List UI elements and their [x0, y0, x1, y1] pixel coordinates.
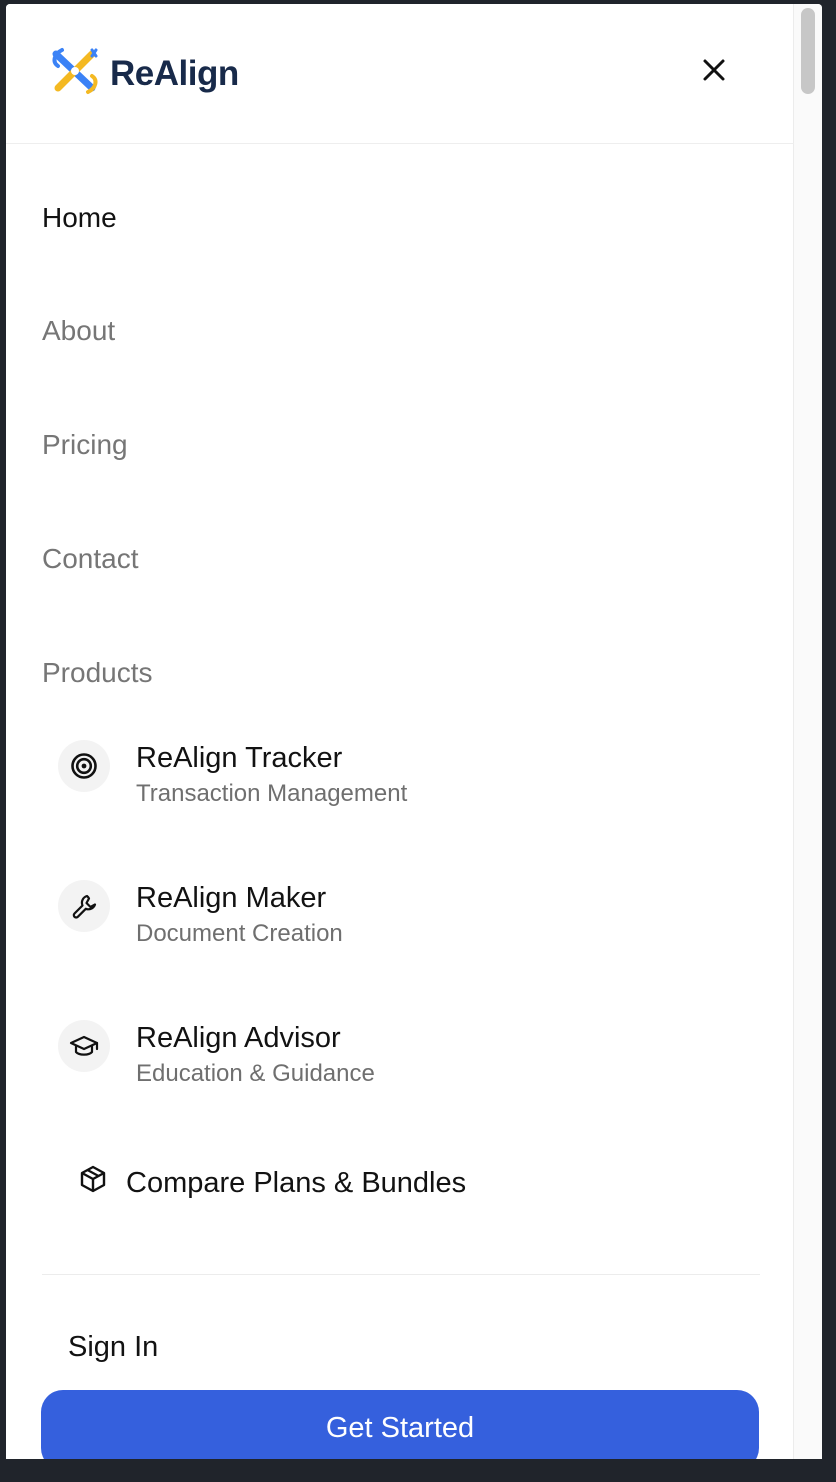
nav-link-contact[interactable]: Contact [42, 543, 139, 575]
scrollbar-thumb[interactable] [801, 8, 815, 94]
brand-logo[interactable]: ReAlign [48, 44, 239, 103]
realign-logo-icon [48, 44, 102, 103]
product-item-maker[interactable]: ReAlign Maker Document Creation [58, 880, 343, 950]
product-subtitle: Transaction Management [136, 780, 408, 807]
compare-plans-link[interactable]: Compare Plans & Bundles [78, 1164, 466, 1202]
product-subtitle: Education & Guidance [136, 1060, 375, 1087]
target-icon [58, 740, 110, 792]
package-icon [78, 1164, 108, 1202]
sign-in-link[interactable]: Sign In [68, 1331, 158, 1364]
nav-link-about[interactable]: About [42, 315, 115, 347]
product-item-tracker[interactable]: ReAlign Tracker Transaction Management [58, 740, 407, 810]
mobile-menu-panel: ReAlign Home About Pricing Contact Produ… [6, 4, 794, 1459]
wrench-icon [58, 880, 110, 932]
scrollbar-track[interactable] [794, 4, 822, 1459]
product-title: ReAlign Tracker [136, 742, 343, 774]
compare-plans-label: Compare Plans & Bundles [126, 1166, 467, 1199]
product-subtitle: Document Creation [136, 920, 343, 947]
get-started-button[interactable]: Get Started [41, 1390, 759, 1459]
product-item-advisor[interactable]: ReAlign Advisor Education & Guidance [58, 1020, 375, 1090]
graduation-cap-icon [58, 1020, 110, 1072]
menu-header: ReAlign [6, 4, 794, 144]
close-button[interactable] [696, 54, 732, 90]
product-title: ReAlign Advisor [136, 1022, 341, 1054]
close-icon [701, 57, 727, 88]
divider [42, 1274, 760, 1275]
nav-link-products[interactable]: Products [42, 657, 153, 689]
brand-name: ReAlign [110, 53, 239, 93]
nav-link-pricing[interactable]: Pricing [42, 429, 128, 461]
nav-link-home[interactable]: Home [42, 202, 117, 234]
mobile-menu-window: ReAlign Home About Pricing Contact Produ… [6, 4, 822, 1459]
product-title: ReAlign Maker [136, 882, 327, 914]
